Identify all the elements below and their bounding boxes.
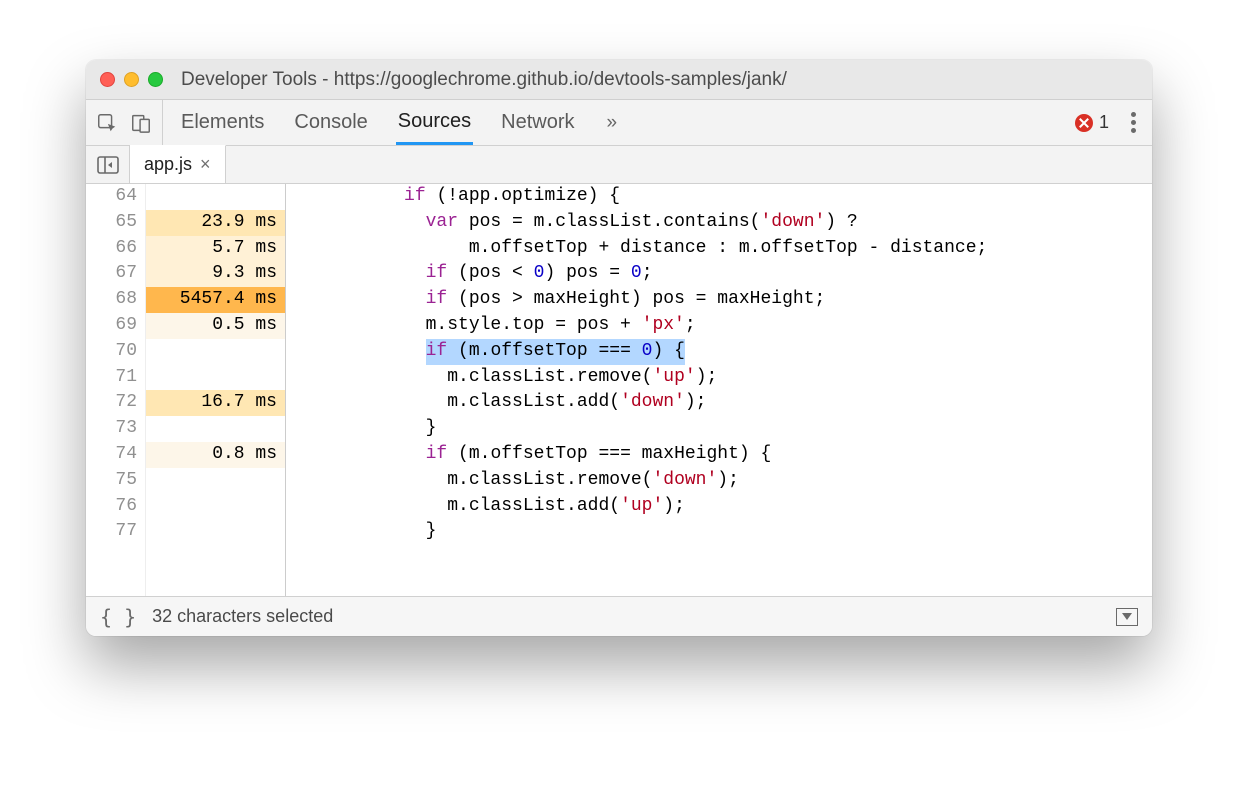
tab-sources[interactable]: Sources — [396, 100, 473, 145]
line-profile-time: 0.5 ms — [146, 313, 285, 339]
code-line[interactable]: m.classList.add('up'); — [286, 494, 1152, 520]
line-profile-time: 9.3 ms — [146, 261, 285, 287]
line-number: 67 — [86, 261, 145, 287]
line-profile-time — [146, 365, 285, 391]
line-number: 65 — [86, 210, 145, 236]
titlebar: Developer Tools - https://googlechrome.g… — [86, 60, 1152, 100]
source-editor[interactable]: 6465666768697071727374757677 23.9 ms5.7 … — [86, 184, 1152, 596]
traffic-lights — [100, 72, 163, 87]
close-tab-button[interactable]: × — [200, 154, 211, 175]
code-line[interactable]: if (pos > maxHeight) pos = maxHeight; — [286, 287, 1152, 313]
line-number-gutter: 6465666768697071727374757677 — [86, 184, 146, 596]
line-profile-time — [146, 494, 285, 520]
line-profile-time: 5.7 ms — [146, 236, 285, 262]
toggle-navigator-button[interactable] — [86, 146, 130, 183]
panel-tabs: Elements Console Sources Network » — [179, 100, 617, 145]
error-icon — [1075, 114, 1093, 132]
line-profile-time — [146, 519, 285, 545]
zoom-window-button[interactable] — [148, 72, 163, 87]
error-count: 1 — [1099, 112, 1109, 133]
code-line[interactable]: if (pos < 0) pos = 0; — [286, 261, 1152, 287]
line-number: 75 — [86, 468, 145, 494]
code-line[interactable]: m.offsetTop + distance : m.offsetTop - d… — [286, 236, 1152, 262]
line-number: 66 — [86, 236, 145, 262]
pretty-print-button[interactable]: { } — [100, 605, 136, 629]
window-title: Developer Tools - https://googlechrome.g… — [181, 69, 787, 91]
code-line[interactable]: m.classList.remove('down'); — [286, 468, 1152, 494]
toolbar-left-icons — [96, 100, 163, 145]
device-toolbar-icon[interactable] — [130, 112, 152, 134]
line-profile-time: 16.7 ms — [146, 390, 285, 416]
line-profile-time: 23.9 ms — [146, 210, 285, 236]
minimize-window-button[interactable] — [124, 72, 139, 87]
line-number: 68 — [86, 287, 145, 313]
source-tab-bar: app.js × — [86, 146, 1152, 184]
code-line[interactable]: var pos = m.classList.contains('down') ? — [286, 210, 1152, 236]
tab-console[interactable]: Console — [292, 100, 369, 145]
settings-menu-button[interactable] — [1125, 106, 1142, 139]
line-profile-time — [146, 339, 285, 365]
selection-status: 32 characters selected — [152, 606, 333, 627]
line-number: 72 — [86, 390, 145, 416]
line-profile-time — [146, 416, 285, 442]
line-profile-time — [146, 468, 285, 494]
code-line[interactable]: m.classList.remove('up'); — [286, 365, 1152, 391]
error-counter[interactable]: 1 — [1075, 112, 1109, 133]
line-number: 73 — [86, 416, 145, 442]
status-bar: { } 32 characters selected — [86, 596, 1152, 636]
line-number: 69 — [86, 313, 145, 339]
code-area[interactable]: if (!app.optimize) { var pos = m.classLi… — [286, 184, 1152, 596]
navigator-icon — [97, 156, 119, 174]
line-number: 64 — [86, 184, 145, 210]
line-number: 74 — [86, 442, 145, 468]
code-line[interactable]: if (m.offsetTop === 0) { — [286, 339, 1152, 365]
code-line[interactable]: } — [286, 416, 1152, 442]
toggle-drawer-button[interactable] — [1116, 608, 1138, 626]
code-line[interactable]: m.style.top = pos + 'px'; — [286, 313, 1152, 339]
devtools-window: Developer Tools - https://googlechrome.g… — [86, 60, 1152, 636]
file-tab-appjs[interactable]: app.js × — [130, 145, 226, 183]
line-profile-time: 0.8 ms — [146, 442, 285, 468]
file-tab-label: app.js — [144, 154, 192, 175]
code-line[interactable]: if (m.offsetTop === maxHeight) { — [286, 442, 1152, 468]
tab-elements[interactable]: Elements — [179, 100, 266, 145]
devtools-toolbar: Elements Console Sources Network » 1 — [86, 100, 1152, 146]
close-window-button[interactable] — [100, 72, 115, 87]
inspect-element-icon[interactable] — [96, 112, 118, 134]
line-profile-column: 23.9 ms5.7 ms9.3 ms5457.4 ms0.5 ms 16.7 m… — [146, 184, 286, 596]
code-line[interactable]: } — [286, 519, 1152, 545]
line-number: 76 — [86, 494, 145, 520]
line-number: 70 — [86, 339, 145, 365]
line-number: 71 — [86, 365, 145, 391]
code-line[interactable]: m.classList.add('down'); — [286, 390, 1152, 416]
code-line[interactable]: if (!app.optimize) { — [286, 184, 1152, 210]
line-number: 77 — [86, 519, 145, 545]
tabs-overflow-icon[interactable]: » — [603, 112, 618, 134]
line-profile-time: 5457.4 ms — [146, 287, 285, 313]
line-profile-time — [146, 184, 285, 210]
tab-network[interactable]: Network — [499, 100, 576, 145]
